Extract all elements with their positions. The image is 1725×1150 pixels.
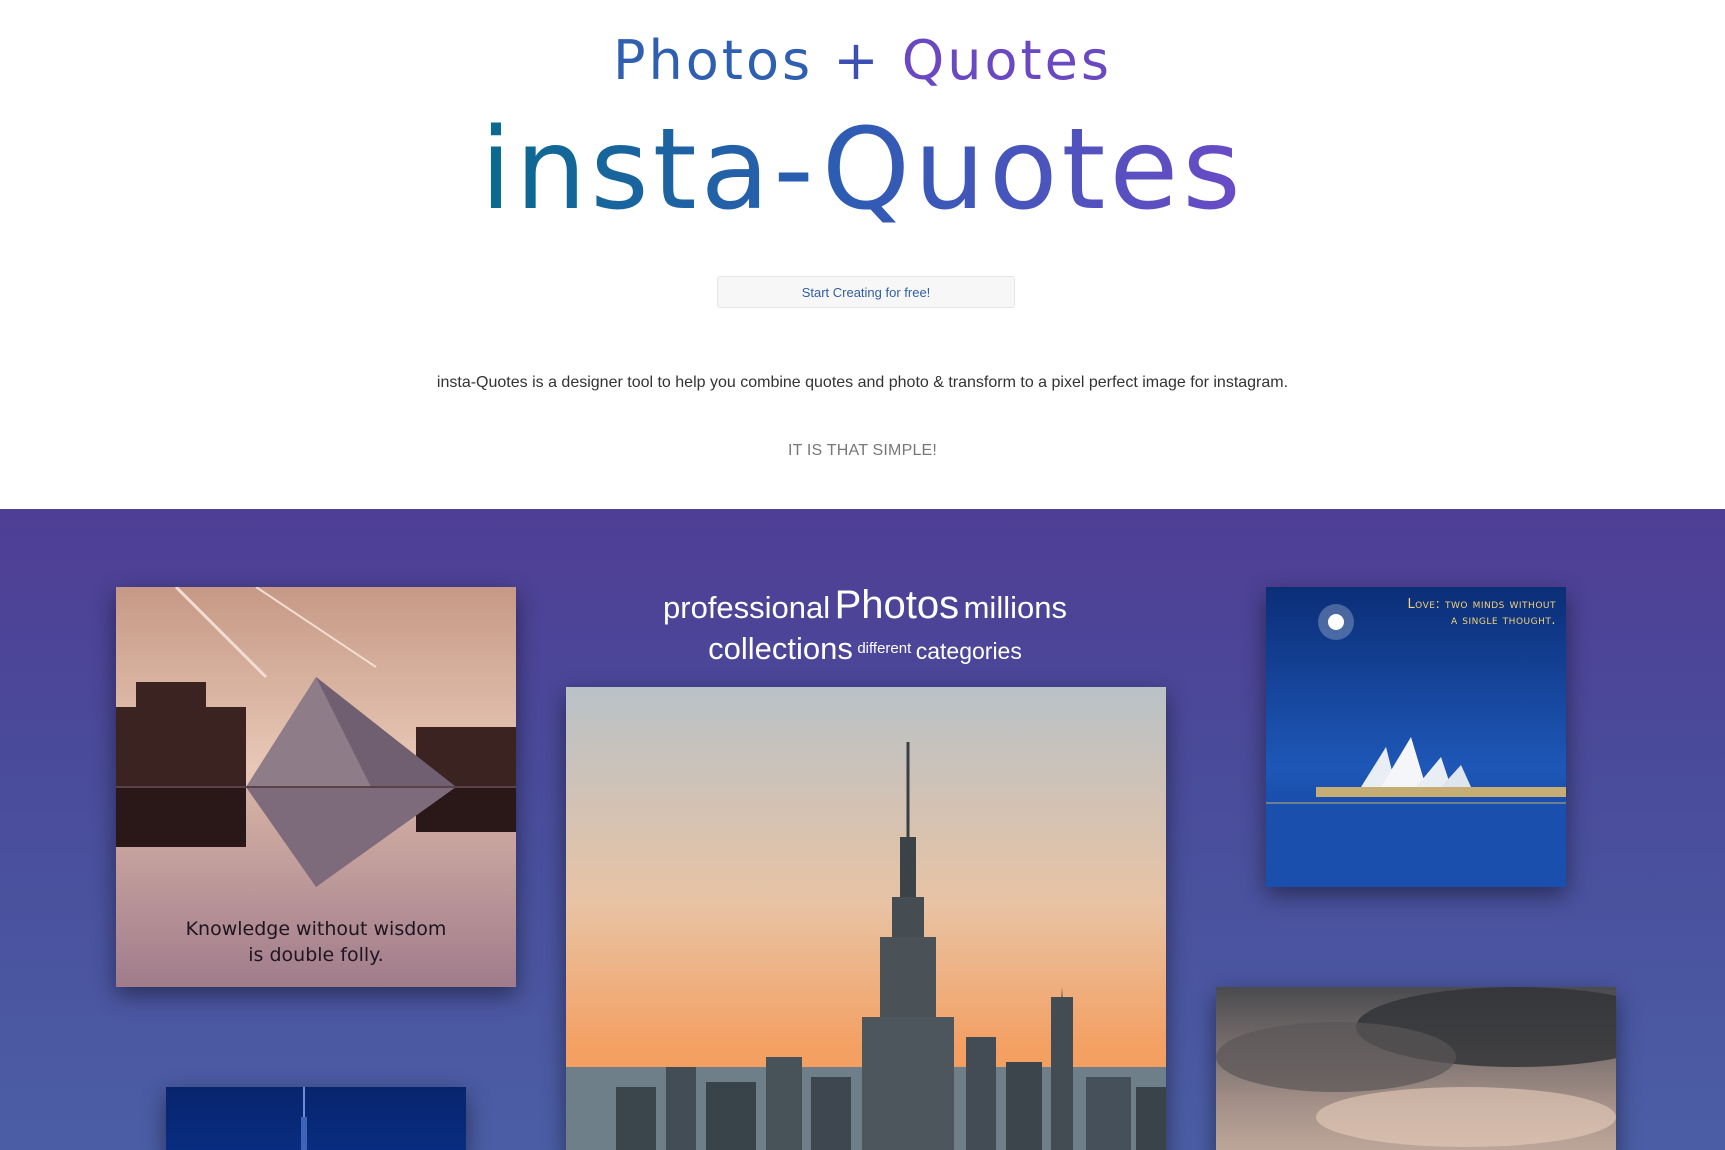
louvre-photo: Knowledge without wisdom is double folly…: [116, 587, 516, 987]
subtitle-word-photos: Photos: [612, 29, 814, 92]
showcase-section: Knowledge without wisdom is double folly…: [0, 509, 1725, 1150]
nyc-skyline-image: [566, 687, 1166, 1150]
hero-description: insta-Quotes is a designer tool to help …: [436, 374, 1289, 391]
word-collections: collections: [708, 631, 853, 666]
feature-word-cloud: professional Photos millions collections…: [560, 585, 1170, 670]
page-title: insta-Quotes: [0, 100, 1725, 240]
subtitle-word-plus: +: [833, 29, 882, 92]
page-title-text: insta-Quotes: [480, 105, 1245, 235]
clouds-photo: [1216, 987, 1616, 1150]
hero-section: Photos + Quotes insta-Quotes Start Creat…: [0, 0, 1725, 509]
start-creating-button[interactable]: Start Creating for free!: [717, 276, 1015, 308]
hero-tagline: IT IS THAT SIMPLE!: [787, 442, 938, 459]
word-categories: categories: [915, 638, 1022, 664]
word-different: different: [857, 640, 912, 657]
word-professional: professional: [663, 590, 831, 625]
sydney-opera-photo: Love: two minds without a single thought…: [1266, 587, 1566, 887]
louvre-quote: Knowledge without wisdom is double folly…: [116, 916, 516, 968]
word-photos: Photos: [834, 583, 960, 627]
subtitle-word-quotes: Quotes: [901, 29, 1113, 92]
hero-subtitle: Photos + Quotes: [0, 26, 1725, 96]
nyc-skyline-photo: [566, 687, 1166, 1150]
opera-quote-line-2: a single thought.: [1450, 613, 1556, 628]
opera-quote-line-1: Love: two minds without: [1407, 597, 1556, 612]
louvre-quote-line-1: Knowledge without wisdom: [185, 918, 447, 940]
clouds-image: [1216, 987, 1616, 1150]
sydney-opera-image: [1266, 587, 1566, 887]
night-tower-photo: [166, 1087, 466, 1150]
opera-quote: Love: two minds without a single thought…: [1296, 597, 1556, 629]
louvre-quote-line-2: is double folly.: [248, 944, 384, 966]
night-tower-image: [166, 1087, 466, 1150]
word-millions: millions: [963, 590, 1067, 625]
